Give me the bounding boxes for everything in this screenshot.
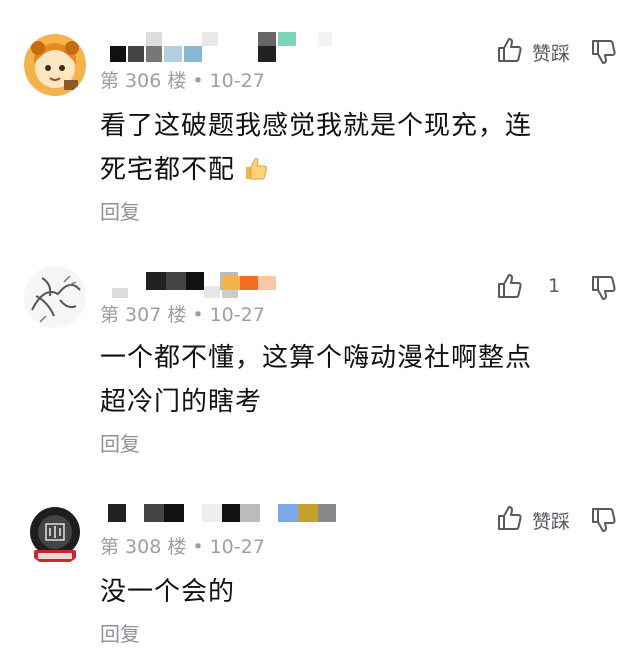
- username-redacted: [104, 502, 464, 532]
- thumb-down-outline-icon[interactable]: [590, 506, 618, 534]
- thumb-down-outline-icon[interactable]: [590, 38, 618, 66]
- comment-meta: 第 308 楼 • 10-27: [100, 532, 265, 559]
- floor-number: 第 307 楼: [100, 304, 187, 326]
- reply-button[interactable]: 回复: [100, 428, 140, 457]
- comment-text-line: 超冷门的瞎考: [100, 387, 263, 417]
- like-dislike-label[interactable]: 赞踩: [532, 39, 570, 66]
- thumb-up-outline-icon[interactable]: [496, 504, 524, 532]
- username-redacted: [104, 32, 464, 62]
- comment-text-line: 看了这破题我感觉我就是个现充，连: [100, 111, 533, 141]
- comment-meta: 第 307 楼 • 10-27: [100, 300, 265, 327]
- floor-number: 第 306 楼: [100, 70, 187, 92]
- comment-item: 第 308 楼 • 10-27 赞踩 没一个会的 回复: [0, 478, 640, 670]
- like-dislike-label[interactable]: 赞踩: [532, 507, 570, 534]
- avatar[interactable]: [24, 504, 86, 566]
- floor-number: 第 308 楼: [100, 536, 187, 558]
- comment-text-line: 没一个会的: [100, 577, 236, 607]
- meta-separator: •: [192, 304, 204, 326]
- vote-actions: 赞踩: [496, 36, 618, 66]
- comment-date: 10-27: [209, 70, 265, 92]
- comment-list: 第 306 楼 • 10-27 赞踩 看了这破题我感觉我就是个现充，连 死宅都不配 …: [0, 0, 640, 670]
- comment-meta: 第 306 楼 • 10-27: [100, 66, 265, 93]
- comment-date: 10-27: [209, 304, 265, 326]
- thumb-up-outline-icon[interactable]: [496, 272, 524, 300]
- comment-text: 看了这破题我感觉我就是个现充，连 死宅都不配: [100, 104, 600, 192]
- thumb-up-outline-icon[interactable]: [496, 36, 524, 64]
- reply-button[interactable]: 回复: [100, 196, 140, 225]
- vote-actions: 赞踩: [496, 504, 618, 534]
- meta-separator: •: [192, 536, 204, 558]
- meta-separator: •: [192, 70, 204, 92]
- thumbs-up-emoji-icon: [246, 158, 268, 180]
- comment-item: 第 307 楼 • 10-27 1 一个都不懂，这算个嗨动漫社啊整点 超冷门的瞎考 …: [0, 248, 640, 470]
- avatar[interactable]: [24, 266, 86, 328]
- reply-button[interactable]: 回复: [100, 618, 140, 647]
- comment-date: 10-27: [209, 536, 265, 558]
- username-redacted: [104, 266, 464, 298]
- thumb-down-outline-icon[interactable]: [590, 274, 618, 302]
- like-count: 1: [548, 275, 561, 297]
- comment-text: 没一个会的: [100, 570, 600, 614]
- avatar[interactable]: [24, 34, 86, 96]
- comment-text-line-2: 死宅都不配: [100, 148, 600, 192]
- comment-text-line: 一个都不懂，这算个嗨动漫社啊整点: [100, 343, 533, 373]
- comment-text-line: 死宅都不配: [100, 155, 236, 185]
- comment-text: 一个都不懂，这算个嗨动漫社啊整点 超冷门的瞎考: [100, 336, 600, 424]
- comment-item: 第 306 楼 • 10-27 赞踩 看了这破题我感觉我就是个现充，连 死宅都不配 …: [0, 0, 640, 240]
- vote-actions: 1: [496, 272, 618, 302]
